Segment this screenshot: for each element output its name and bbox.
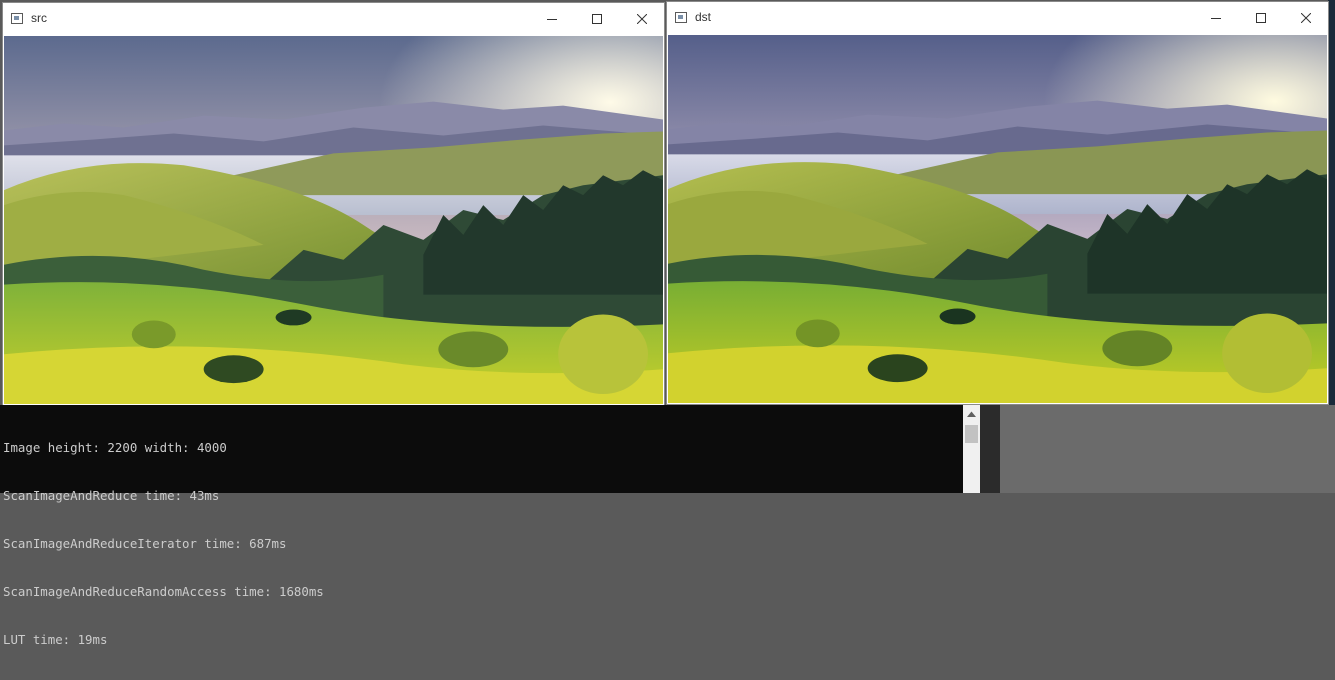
minimize-button[interactable] [1193,2,1239,33]
maximize-button[interactable] [1238,2,1284,33]
opencv-window-icon [675,12,687,23]
close-icon [1301,12,1311,23]
src-window[interactable]: src [2,2,665,406]
console-line: Image height: 2200 width: 4000 [3,440,227,455]
minimize-icon [547,18,557,20]
scroll-thumb[interactable] [965,425,978,443]
close-icon [637,13,647,24]
src-image [4,36,663,404]
desktop-background [980,405,1000,493]
desktop-background [1328,0,1335,405]
console-output[interactable]: Image height: 2200 width: 4000 ScanImage… [0,405,963,647]
dst-window-title: dst [695,10,712,24]
close-button[interactable] [1283,2,1329,33]
console-line: LUT time: 19ms [3,632,108,647]
maximize-icon [1256,12,1266,23]
scroll-up-arrow-icon [967,411,976,417]
close-button[interactable] [619,3,665,34]
console-scrollbar[interactable] [963,405,980,493]
minimize-icon [1211,17,1221,19]
console-line: ScanImageAndReduceRandomAccess time: 168… [3,584,324,599]
dst-image [668,35,1327,403]
maximize-icon [592,13,602,24]
minimize-button[interactable] [529,3,575,34]
opencv-window-icon [11,13,23,24]
src-titlebar[interactable]: src [3,3,664,34]
src-window-title: src [31,11,47,25]
console-line: ScanImageAndReduceIterator time: 687ms [3,536,287,551]
desktop-background [980,405,1335,493]
console-text: Image height: 2200 width: 4000 ScanImage… [3,408,324,680]
maximize-button[interactable] [574,3,620,34]
scroll-up-button[interactable] [963,405,980,422]
dst-titlebar[interactable]: dst [667,2,1328,33]
console-line: ScanImageAndReduce time: 43ms [3,488,220,503]
dst-window[interactable]: dst [666,1,1329,405]
